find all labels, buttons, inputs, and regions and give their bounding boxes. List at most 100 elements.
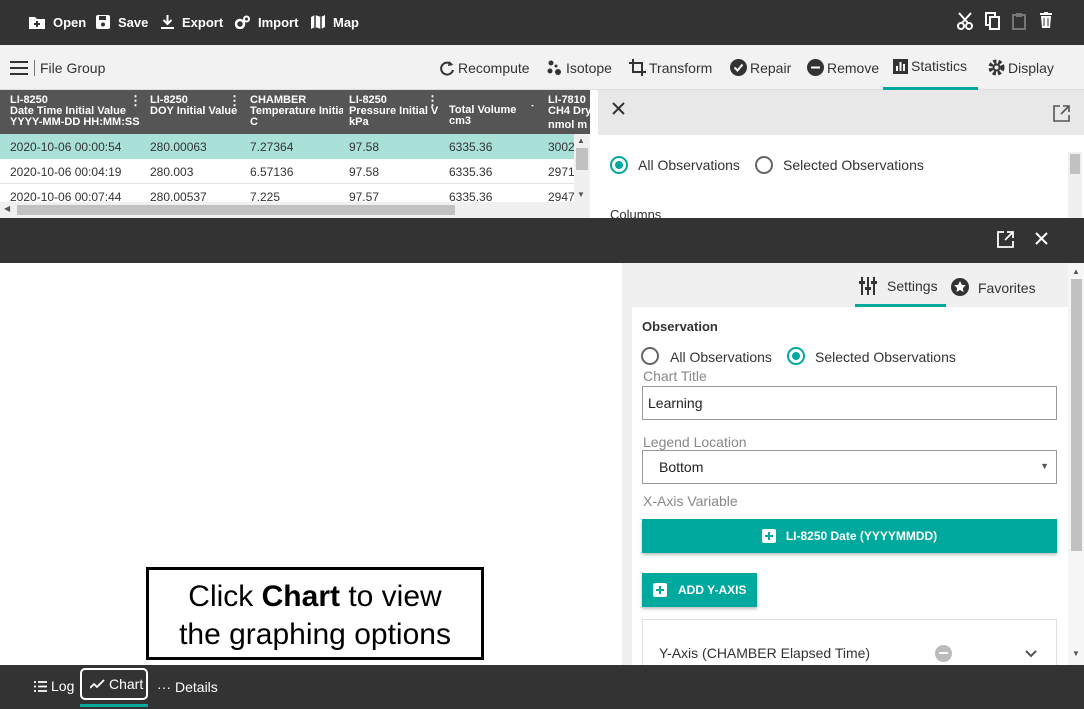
table-vertical-scrollbar[interactable]: ▲ ▼ [574, 134, 590, 202]
plus-square-icon [653, 583, 667, 597]
map-label: Map [333, 14, 359, 30]
add-y-axis-button[interactable]: ADD Y-AXIS [642, 573, 757, 607]
instruction-callout: Click Chart to view the graphing options [146, 567, 484, 660]
table-cell: 7.27364 [250, 140, 294, 154]
cut-button[interactable] [957, 12, 973, 35]
column-header[interactable]: LI-8250 Pressure Initial V kPa ⋮ [349, 95, 442, 133]
trash-icon [1040, 12, 1052, 28]
import-button[interactable]: Import [234, 13, 298, 31]
folder-plus-icon [29, 17, 45, 29]
scroll-up-arrow-icon[interactable]: ▲ [577, 136, 585, 145]
all-observations-radio[interactable] [610, 156, 628, 174]
statistics-scrollbar[interactable] [1068, 152, 1082, 218]
star-circle-icon [951, 278, 969, 296]
check-circle-icon [730, 59, 747, 76]
close-statistics-button[interactable] [612, 102, 625, 120]
column-menu-icon[interactable]: ⋮ [129, 95, 142, 107]
tab-log[interactable]: Log [34, 678, 74, 694]
popout-chart-button[interactable] [997, 231, 1014, 253]
table-row[interactable]: 2020-10-06 00:07:44 280.00537 7.225 97.5… [0, 184, 574, 202]
scroll-thumb[interactable] [1071, 279, 1082, 551]
copy-button[interactable] [985, 12, 1000, 35]
chevron-down-icon[interactable] [1025, 650, 1037, 658]
close-icon [612, 102, 625, 115]
table-cell: 2020-10-06 00:00:54 [10, 140, 122, 154]
plus-square-icon [761, 529, 776, 543]
tab-details[interactable]: ··· Details [157, 679, 218, 695]
chart-title-input[interactable]: Learning [642, 386, 1057, 420]
table-horizontal-scrollbar[interactable]: ◀ [0, 202, 590, 218]
repair-label: Repair [750, 59, 792, 76]
bar-chart-icon [893, 58, 908, 74]
table-cell: 2020-10-06 00:07:44 [10, 190, 122, 202]
close-chart-button[interactable] [1035, 232, 1048, 250]
table-cell: 97.58 [349, 165, 380, 179]
column-menu-icon[interactable]: ⋮ [228, 95, 241, 107]
legend-location-select[interactable]: Bottom ▼ [642, 450, 1057, 484]
display-button[interactable]: Display [988, 45, 1054, 90]
map-button[interactable]: Map [311, 13, 359, 31]
tab-settings[interactable]: Settings [855, 263, 946, 307]
sliders-icon [859, 277, 877, 295]
recompute-button[interactable]: Recompute [439, 45, 530, 90]
all-observations-radio[interactable] [641, 347, 659, 365]
y-axis-item[interactable]: Y-Axis (CHAMBER Elapsed Time) [642, 619, 1057, 665]
crop-icon [629, 59, 646, 76]
popout-statistics-button[interactable] [1053, 105, 1070, 127]
column-header-line: nmol m [548, 119, 588, 131]
table-cell: 2947 [548, 190, 574, 202]
x-axis-variable-label: X-Axis Variable [643, 493, 738, 509]
column-header[interactable]: LI-7810 CH4 Dry nmol m [548, 95, 590, 133]
selected-observations-radio[interactable] [755, 156, 773, 174]
log-label: Log [51, 678, 75, 694]
scroll-thumb[interactable] [576, 148, 588, 170]
x-axis-variable-button[interactable]: LI-8250 Date (YYYYMMDD) [642, 519, 1057, 553]
transform-button[interactable]: Transform [629, 45, 712, 90]
scroll-down-arrow-icon[interactable]: ▼ [1072, 649, 1080, 658]
tab-favorites[interactable]: Favorites [950, 263, 1060, 307]
column-header[interactable]: LI-8250 Date Time Initial Value YYYY-MM-… [10, 95, 145, 133]
paste-button[interactable] [1012, 12, 1026, 35]
save-button[interactable]: Save [96, 13, 148, 31]
delete-button[interactable] [1040, 12, 1052, 33]
settings-tab-label: Settings [887, 278, 938, 294]
column-header-line: cm3 [449, 115, 472, 127]
callout-line-1: Click Chart to view [149, 578, 481, 616]
file-group-label[interactable]: File Group [34, 45, 105, 90]
table-row[interactable]: 2020-10-06 00:00:54 280.00063 7.27364 97… [0, 134, 574, 159]
open-button[interactable]: Open [29, 13, 86, 31]
table-cell: 7.225 [250, 190, 281, 202]
chart-title-label: Chart Title [643, 368, 707, 384]
export-button[interactable]: Export [161, 13, 223, 31]
remove-label: Remove [827, 59, 880, 76]
hamburger-menu-button[interactable] [10, 45, 31, 90]
remove-y-axis-button[interactable] [935, 645, 952, 662]
callout-bold-text: Chart [261, 580, 340, 613]
table-cell: 3002 [548, 140, 574, 154]
isotope-button[interactable]: Isotope [547, 45, 612, 90]
callout-line-2: the graphing options [179, 618, 451, 651]
scroll-left-arrow-icon[interactable]: ◀ [4, 204, 10, 213]
settings-form: Observation All Observations Selected Ob… [632, 307, 1068, 665]
chart-label: Chart [109, 676, 144, 692]
tab-chart[interactable]: Chart [80, 668, 148, 700]
scroll-up-arrow-icon[interactable]: ▲ [1072, 267, 1080, 276]
remove-button[interactable]: Remove [807, 45, 879, 90]
settings-scrollbar[interactable]: ▲ ▼ [1068, 263, 1084, 665]
tab-statistics[interactable]: Statistics [883, 45, 978, 90]
settings-tabs: Settings Favorites [622, 263, 1068, 307]
gears-icon [234, 15, 250, 29]
column-menu-icon[interactable]: ⋮ [426, 95, 439, 107]
selected-observations-radio[interactable] [787, 347, 805, 365]
column-header-line: Temperature Initial [250, 105, 343, 117]
repair-button[interactable]: Repair [730, 45, 791, 90]
column-header-line: CH4 Dry [548, 105, 590, 117]
scroll-thumb[interactable] [17, 205, 455, 215]
scroll-down-arrow-icon[interactable]: ▼ [577, 190, 585, 199]
column-header[interactable]: LI-8250 DOY Initial Value ⋮ [150, 95, 244, 133]
display-label: Display [1008, 59, 1054, 76]
column-header[interactable]: CHAMBER Temperature Initial C [250, 95, 343, 133]
table-row[interactable]: 2020-10-06 00:04:19 280.003 6.57136 97.5… [0, 159, 574, 184]
scroll-thumb[interactable] [1070, 154, 1080, 174]
column-menu-icon[interactable]: ⋮ [526, 105, 539, 107]
